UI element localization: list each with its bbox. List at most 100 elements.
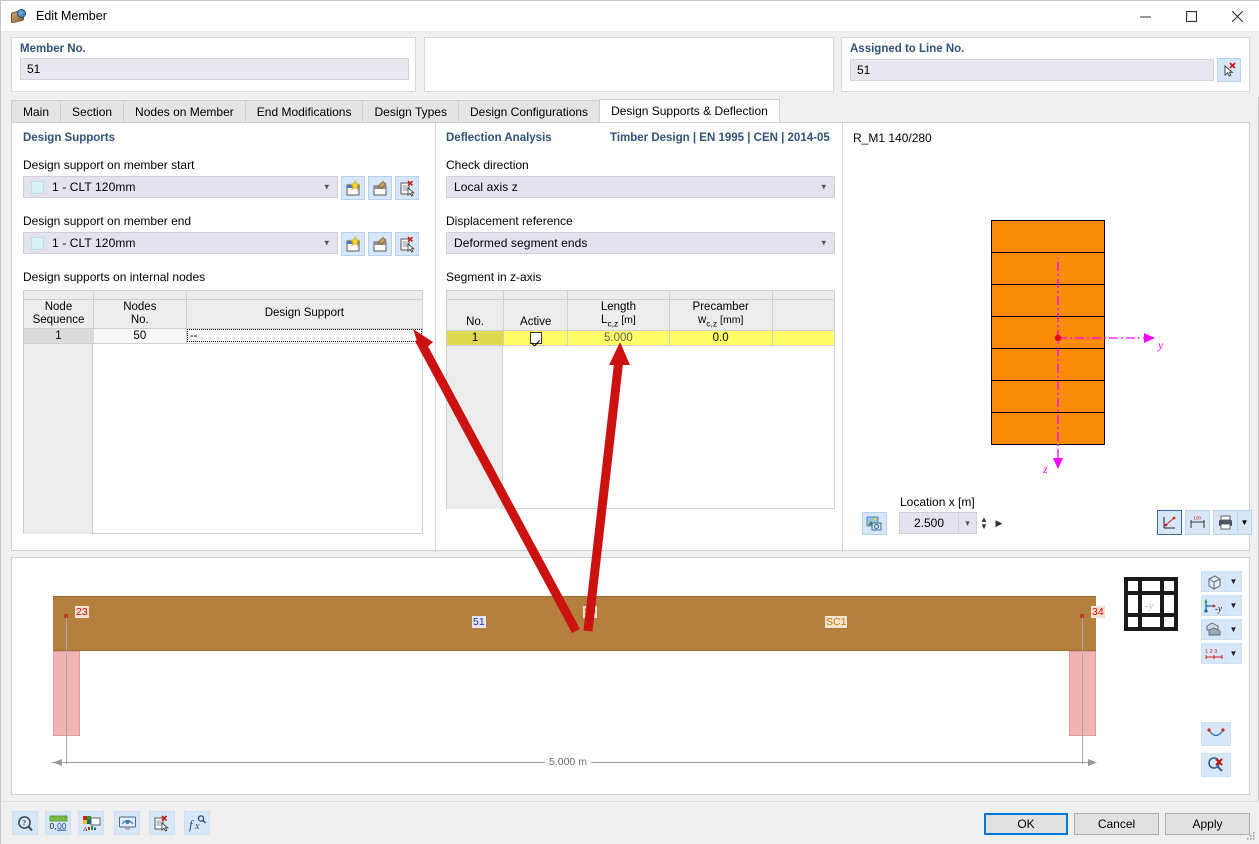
segment-table[interactable]: No. Active Length Lc,z [m] Precamber wc,… (445, 290, 836, 509)
cell-segment-length[interactable]: 5.000 (567, 329, 670, 346)
pane-divider-left (435, 123, 436, 552)
table-header-row: Node Sequence Nodes No. Design Support (23, 299, 424, 329)
view-direction-button[interactable]: -y (1201, 595, 1226, 616)
cell-segment-active[interactable] (503, 329, 569, 346)
tab-section[interactable]: Section (60, 100, 125, 122)
header-nodes-no-line2: No. (130, 313, 149, 326)
internal-nodes-table-body[interactable] (23, 343, 423, 534)
location-x-next-button[interactable]: ▶ (992, 512, 1006, 534)
local-axes-overlay: y z (1042, 258, 1164, 476)
help-button[interactable]: ? (12, 811, 38, 835)
header-precamber-subscript: c,z (706, 318, 718, 329)
segment-active-checkbox[interactable] (529, 331, 542, 344)
header-no: No. (466, 315, 485, 328)
tab-end-modifications[interactable]: End Modifications (244, 100, 364, 122)
display-mode-button[interactable] (1201, 619, 1226, 640)
assigned-line-group: Assigned to Line No. 51 (841, 37, 1250, 92)
chevron-down-icon: ▾ (324, 181, 329, 192)
print-icon[interactable] (1213, 510, 1238, 535)
delete-design-support-end-button[interactable] (395, 232, 419, 256)
display-mode-caret-icon[interactable]: ▼ (1226, 619, 1242, 640)
deflection-analysis-title: Deflection Analysis (446, 132, 552, 144)
render-mode-caret-icon[interactable]: ▼ (1226, 571, 1242, 592)
header-node-sequence-line2: Sequence (32, 313, 85, 326)
new-design-support-end-button[interactable] (341, 232, 365, 256)
table-row[interactable]: 1 5.000 0.0 (445, 329, 836, 346)
tab-design-supports-deflection[interactable]: Design Supports & Deflection (599, 99, 780, 122)
design-supports-internal-nodes-label: Design supports on internal nodes (23, 270, 206, 284)
display-properties-button[interactable]: A (78, 811, 104, 835)
formula-button[interactable]: f x (184, 811, 210, 835)
color-swatch (31, 236, 44, 250)
segment-table-body[interactable] (446, 345, 835, 509)
member-no-group: Member No. 51 (11, 37, 416, 92)
new-design-support-start-button[interactable] (341, 176, 365, 200)
view-direction-caret-icon[interactable]: ▼ (1226, 595, 1242, 616)
numbering-button[interactable]: 1 2 3 (1201, 643, 1226, 664)
design-support-start-combo[interactable]: 1 - CLT 120mm ▾ (23, 176, 338, 198)
deformation-button[interactable] (1201, 722, 1231, 746)
displacement-reference-combo[interactable]: Deformed segment ends ▾ (446, 232, 835, 254)
check-direction-value: Local axis z (454, 180, 518, 194)
view-axis-label: -y (1145, 600, 1154, 612)
location-x-input[interactable]: 2.500 (899, 512, 959, 534)
cancel-button[interactable]: Cancel (1074, 813, 1159, 835)
location-x-spinner[interactable]: ▲ ▼ (977, 512, 991, 534)
tab-content-panel: Design Supports Design support on member… (11, 122, 1252, 668)
view-cube-icon[interactable]: -y (1123, 576, 1179, 632)
tab-main[interactable]: Main (11, 100, 62, 122)
member-no-input[interactable]: 51 (20, 58, 409, 80)
coordinate-axes-icon[interactable] (1157, 510, 1182, 535)
dimensions-icon[interactable]: 100 (1185, 510, 1210, 535)
minimize-button[interactable] (1122, 1, 1168, 32)
member-label: 51 (472, 616, 486, 628)
edit-design-support-start-button[interactable] (368, 176, 392, 200)
print-options-caret-icon[interactable]: ▼ (1238, 510, 1252, 535)
image-export-icon[interactable] (862, 512, 887, 535)
cell-segment-no: 1 (445, 329, 505, 346)
view-settings-button[interactable] (114, 811, 140, 835)
header-area: Member No. 51 Assigned to Line No. 51 (1, 32, 1259, 97)
edit-design-support-end-button[interactable] (368, 232, 392, 256)
units-button[interactable]: 0, 00 (45, 811, 71, 835)
check-direction-combo[interactable]: Local axis z ▾ (446, 176, 835, 198)
select-line-icon[interactable] (1217, 58, 1241, 82)
maximize-button[interactable] (1168, 1, 1214, 32)
cell-nodes-no[interactable]: 50 (92, 327, 187, 344)
color-swatch (31, 180, 44, 194)
table-filter-row (23, 290, 424, 300)
node-marker (1080, 614, 1084, 618)
displacement-reference-value: Deformed segment ends (454, 236, 588, 250)
header-spacer-group (424, 37, 834, 92)
clear-button[interactable] (149, 811, 175, 835)
internal-nodes-table[interactable]: Node Sequence Nodes No. Design Support 1 (23, 290, 424, 534)
render-mode-button[interactable] (1201, 571, 1226, 592)
location-x-dropdown-button[interactable]: ▾ (959, 512, 977, 534)
window-title: Edit Member (36, 9, 107, 23)
delete-design-support-start-button[interactable] (395, 176, 419, 200)
cell-segment-precamber[interactable]: 0.0 (668, 329, 773, 346)
member-graphic-view[interactable]: 23 50 34 51 SC1 5.000 m -y ▼ -y ▼ ▼ 1 2 … (11, 557, 1250, 795)
zoom-reset-button[interactable] (1201, 753, 1231, 777)
numbering-caret-icon[interactable]: ▼ (1226, 643, 1242, 664)
axis-z-label: z (1042, 462, 1048, 476)
cell-design-support[interactable]: -- (185, 327, 424, 344)
ok-button[interactable]: OK (984, 813, 1068, 835)
resize-grip[interactable] (1244, 829, 1256, 841)
apply-button[interactable]: Apply (1165, 813, 1250, 835)
dimension-label: 5.000 m (545, 756, 591, 768)
header-nodes-no-line1: Nodes (123, 301, 157, 313)
tab-design-configurations[interactable]: Design Configurations (457, 100, 601, 122)
table-row[interactable]: 1 50 -- (23, 327, 424, 344)
tab-design-types[interactable]: Design Types (362, 100, 459, 122)
assigned-line-input[interactable]: 51 (850, 59, 1215, 81)
tab-nodes-on-member[interactable]: Nodes on Member (123, 100, 246, 122)
close-button[interactable] (1214, 1, 1259, 32)
svg-text:00: 00 (57, 821, 67, 831)
member-beam[interactable] (53, 596, 1096, 651)
header-design-support: Design Support (264, 307, 344, 320)
pane-divider-right (842, 123, 843, 552)
svg-text:1 2 3: 1 2 3 (1205, 649, 1217, 655)
design-support-start-label: Design support on member start (23, 158, 195, 172)
design-support-end-combo[interactable]: 1 - CLT 120mm ▾ (23, 232, 338, 254)
